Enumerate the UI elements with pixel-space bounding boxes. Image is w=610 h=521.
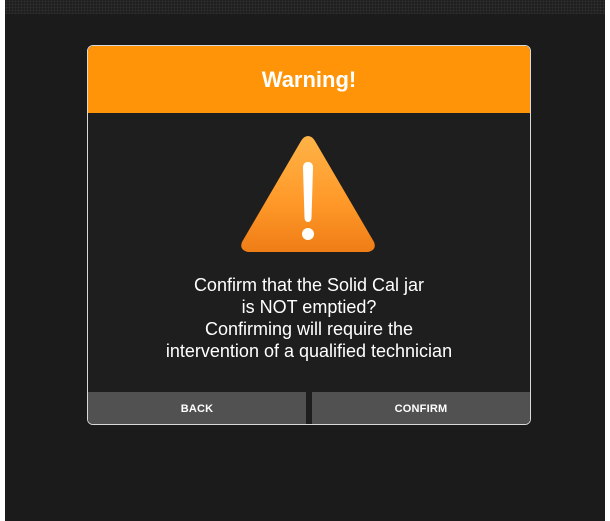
status-bar bbox=[5, 0, 605, 14]
confirm-button[interactable]: CONFIRM bbox=[312, 392, 530, 424]
dialog-title: Warning! bbox=[88, 46, 530, 113]
dialog-message: Confirm that the Solid Cal jar is NOT em… bbox=[88, 274, 530, 362]
message-line: Confirming will require the bbox=[204, 319, 414, 339]
app-screen: Warning! Confirm that the Solid Cal jar … bbox=[5, 0, 605, 521]
message-line: is NOT emptied? bbox=[241, 297, 377, 317]
warning-dialog: Warning! Confirm that the Solid Cal jar … bbox=[87, 45, 531, 425]
back-button[interactable]: BACK bbox=[88, 392, 306, 424]
dialog-button-bar: BACK CONFIRM bbox=[88, 392, 530, 424]
message-line: intervention of a qualified technician bbox=[165, 341, 453, 361]
message-line: Confirm that the Solid Cal jar bbox=[193, 275, 425, 295]
warning-triangle-icon bbox=[238, 132, 378, 256]
